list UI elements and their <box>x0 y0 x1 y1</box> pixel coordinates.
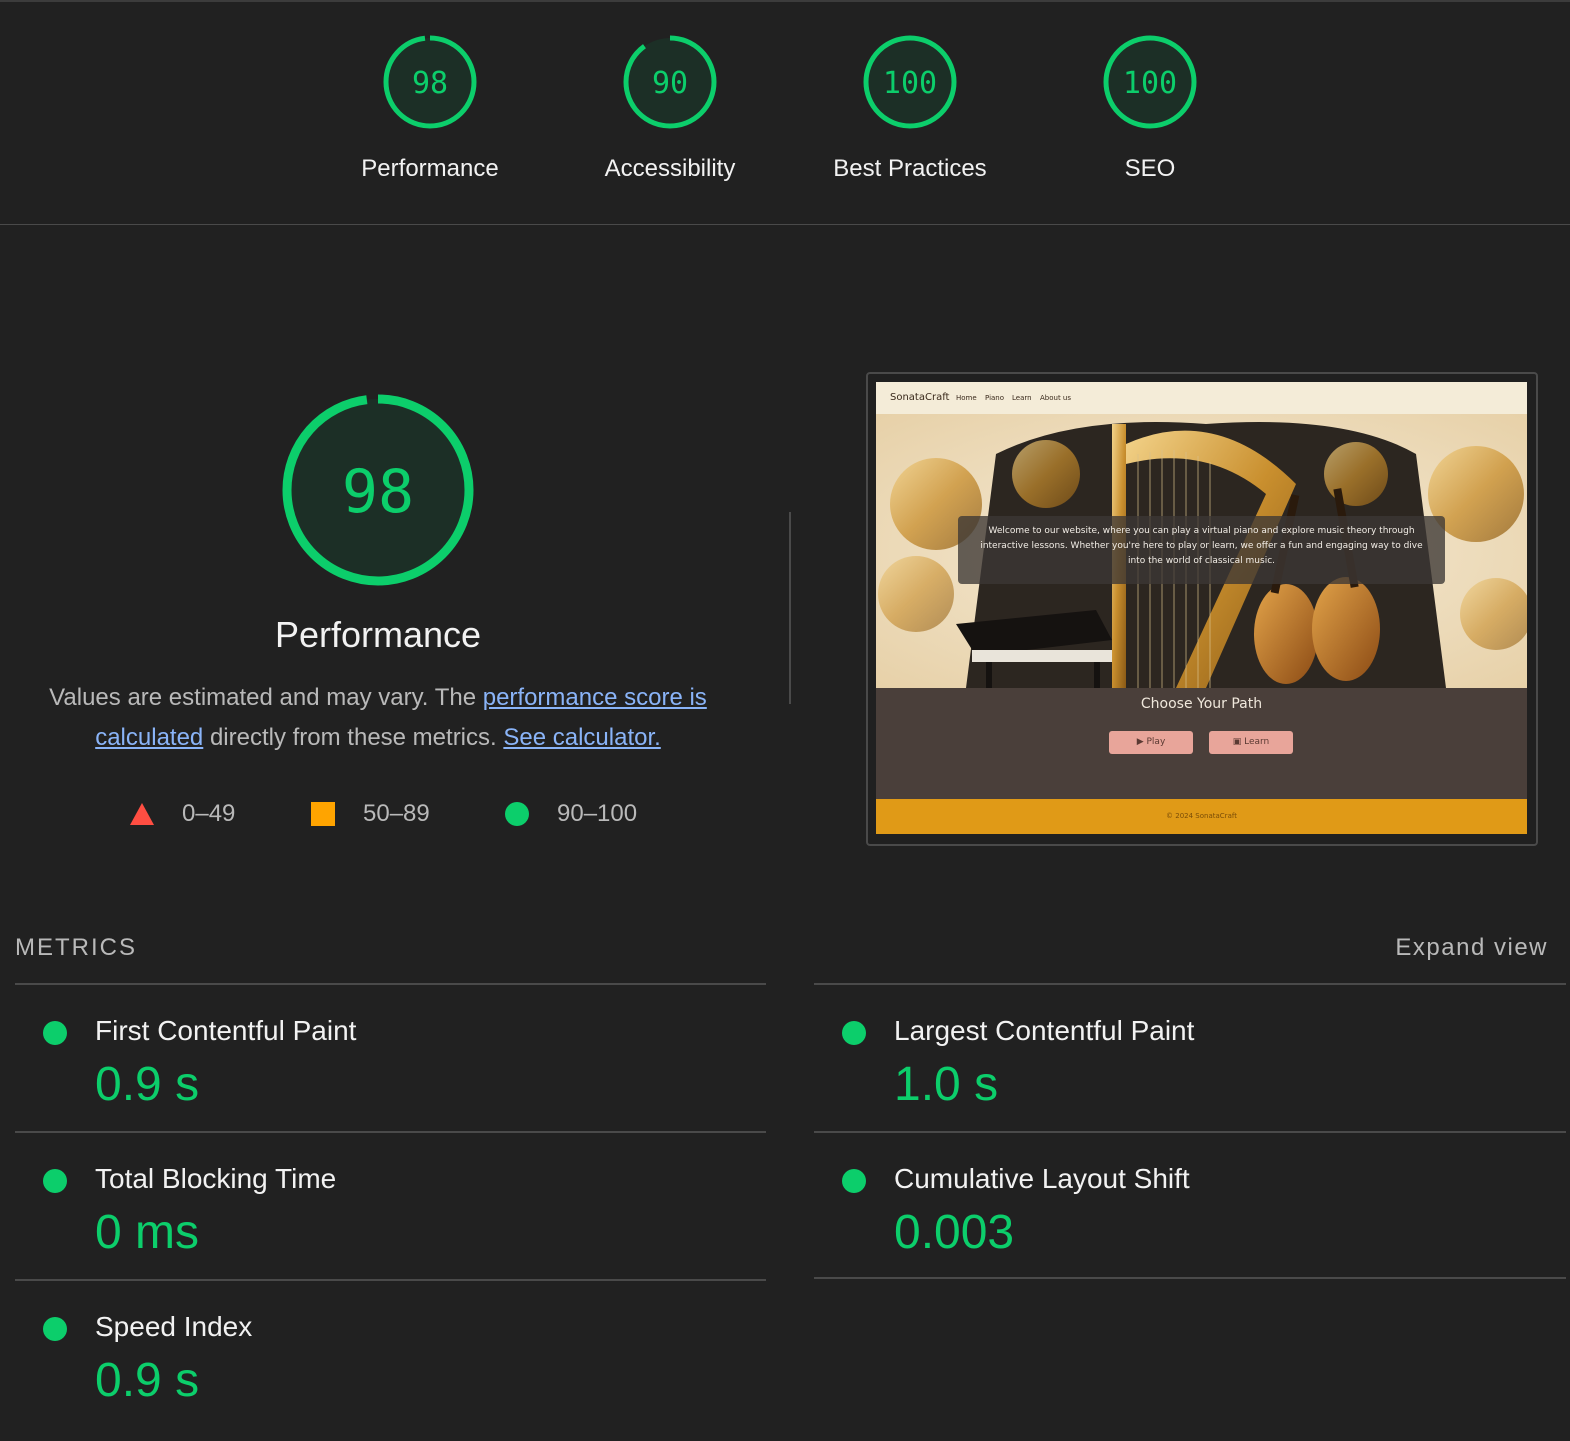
metric-speed-index: Speed Index 0.9 s <box>15 1301 715 1441</box>
play-button: ▶ Play <box>1109 731 1193 754</box>
gauge-ring: 90 <box>623 35 717 129</box>
performance-title: Performance <box>274 614 482 655</box>
square-icon <box>311 802 335 826</box>
circle-icon <box>505 802 529 826</box>
pass-indicator-icon <box>842 1021 866 1045</box>
gauge-ring: 100 <box>1103 35 1197 129</box>
legend-pass: 90–100 <box>505 798 655 830</box>
metric-value: 0.9 s <box>95 1354 200 1407</box>
gauge-score: 100 <box>883 66 937 101</box>
legend-range: 90–100 <box>557 800 638 827</box>
performance-description: Values are estimated and may vary. The p… <box>36 678 720 758</box>
gauge-ring: 100 <box>863 35 957 129</box>
pass-indicator-icon <box>43 1169 67 1193</box>
legend-fail: 0–49 <box>130 798 270 830</box>
divider <box>814 1277 1566 1279</box>
divider <box>814 983 1566 985</box>
metric-value: 0 ms <box>95 1206 200 1259</box>
site-nav: SonataCraft Home Piano Learn About us <box>876 382 1527 414</box>
hero-text: Welcome to our website, where you can pl… <box>980 526 1423 566</box>
site-nav-piano: Piano <box>985 394 1005 402</box>
metric-value: 0.9 s <box>95 1058 200 1111</box>
pass-indicator-icon <box>43 1317 67 1341</box>
metric-cumulative-layout-shift: Cumulative Layout Shift 0.003 <box>814 1153 1514 1293</box>
gauge-score: 100 <box>1123 66 1177 101</box>
site-nav-learn: Learn <box>1012 394 1032 402</box>
site-nav-about: About us <box>1040 394 1072 402</box>
performance-score: 98 <box>342 457 414 527</box>
divider <box>15 983 766 985</box>
category-scores: 98 Performance 90 Accessibility 100 Best… <box>0 0 1570 225</box>
gauge-label: SEO <box>1124 155 1176 182</box>
pass-indicator-icon <box>43 1021 67 1045</box>
expand-view-toggle[interactable]: Expand view <box>1395 934 1548 962</box>
legend-range: 0–49 <box>182 800 236 827</box>
metric-value: 1.0 s <box>894 1058 999 1111</box>
vertical-divider <box>789 512 791 704</box>
site-nav-home: Home <box>956 394 977 402</box>
metrics-heading: METRICS <box>15 934 137 961</box>
footer-text: © 2024 SonataCraft <box>1166 812 1237 820</box>
metric-largest-contentful-paint: Largest Contentful Paint 1.0 s <box>814 1005 1514 1145</box>
final-screenshot[interactable]: SonataCraft Home Piano Learn About us We… <box>876 382 1527 834</box>
gauge-seo[interactable]: 100 SEO <box>1030 33 1270 183</box>
choose-path-heading: Choose Your Path <box>1140 696 1263 712</box>
metric-first-contentful-paint: First Contentful Paint 0.9 s <box>15 1005 715 1145</box>
legend-range: 50–89 <box>363 800 430 827</box>
metric-name: First Contentful Paint <box>95 1015 357 1046</box>
divider <box>15 1131 766 1133</box>
gauge-best-practices[interactable]: 100 Best Practices <box>790 33 1030 183</box>
site-footer: © 2024 SonataCraft <box>876 799 1527 834</box>
gauge-performance[interactable]: 98 Performance <box>310 33 550 183</box>
gauge-label: Accessibility <box>604 155 736 182</box>
metric-name: Cumulative Layout Shift <box>894 1163 1190 1194</box>
metric-name: Total Blocking Time <box>95 1163 337 1194</box>
legend-average: 50–89 <box>311 798 461 830</box>
gauge-label: Performance <box>361 155 499 182</box>
pass-indicator-icon <box>842 1169 866 1193</box>
divider <box>814 1131 1566 1133</box>
metric-name: Largest Contentful Paint <box>894 1015 1195 1046</box>
site-brand: SonataCraft <box>890 392 950 403</box>
see-calculator-link[interactable]: See calculator. <box>503 724 660 751</box>
gauge-accessibility[interactable]: 90 Accessibility <box>550 33 790 183</box>
gauge-label: Best Practices <box>833 155 987 182</box>
gauge-ring: 98 <box>383 35 477 129</box>
metric-value: 0.003 <box>894 1206 1015 1259</box>
description-text: directly from these metrics. <box>203 724 504 751</box>
description-text: Values are estimated and may vary. The <box>49 684 483 711</box>
performance-gauge: 98 <box>282 394 474 586</box>
triangle-icon <box>130 803 154 825</box>
metric-name: Speed Index <box>95 1311 253 1342</box>
gauge-score: 90 <box>652 66 688 101</box>
metric-total-blocking-time: Total Blocking Time 0 ms <box>15 1153 715 1293</box>
learn-button: ▣ Learn <box>1209 731 1293 754</box>
gauge-score: 98 <box>412 66 448 101</box>
divider <box>15 1279 766 1281</box>
